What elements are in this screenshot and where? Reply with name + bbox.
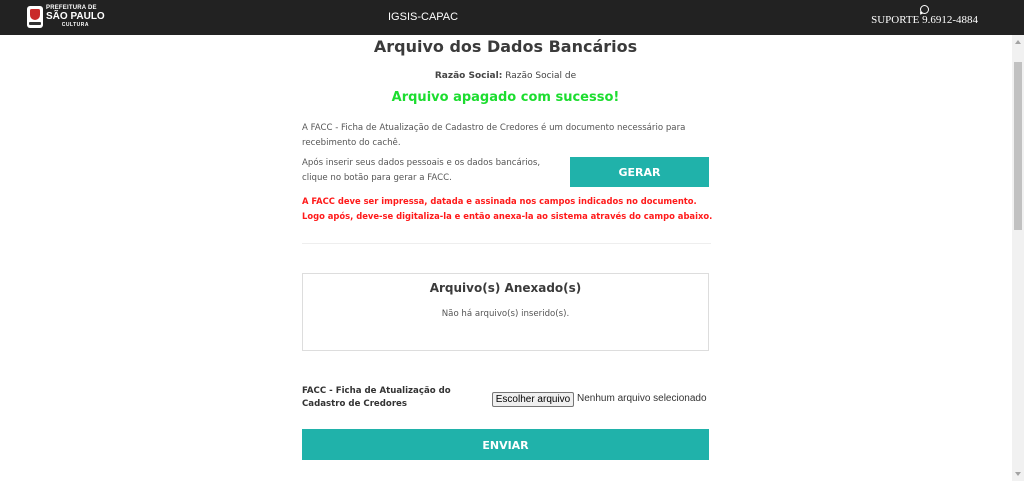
app-title[interactable]: IGSIS-CAPAC [388,11,458,23]
logo-text: PREFEITURA DE SÃO PAULO CULTURA [46,5,105,28]
razao-social-value: Razão Social de [505,71,577,81]
facc-instructions-text: Após inserir seus dados pessoais e os da… [302,158,541,183]
razao-social-label: Razão Social: [434,71,503,81]
support-contact[interactable]: SUPORTE 9.6912-4884 [871,5,978,26]
facc-upload-label: FACC - Ficha de Atualização do Cadastro … [302,386,451,409]
generate-facc-button[interactable]: GERAR [570,157,709,187]
page-scrollbar[interactable] [1012,35,1024,481]
logo-line-2: SÃO PAULO [46,11,105,22]
facc-intro-text: A FACC - Ficha de Atualização de Cadastr… [302,123,686,148]
razao-social: Razão Social: Razão Social de [302,71,709,81]
top-navbar: PREFEITURA DE SÃO PAULO CULTURA IGSIS-CA… [0,0,1024,35]
divider [302,243,711,244]
support-text: SUPORTE 9.6912-4884 [871,14,978,26]
scroll-thumb[interactable] [1014,62,1022,230]
attachments-empty-message: Não há arquivo(s) inserido(s). [441,309,570,319]
success-message: Arquivo apagado com sucesso! [391,90,620,105]
city-seal-icon [27,6,43,28]
facc-warning-text: A FACC deve ser impressa, datada e assin… [302,196,713,221]
file-status-text: Nenhum arquivo selecionado [577,393,707,404]
page-title: Arquivo dos Dados Bancários [373,37,638,56]
attachments-title: Arquivo(s) Anexado(s) [429,281,582,295]
scroll-down-arrow-icon[interactable] [1015,472,1021,476]
submit-button[interactable]: ENVIAR [302,429,709,460]
choose-file-button[interactable]: Escolher arquivo [492,392,574,407]
scroll-up-arrow-icon[interactable] [1015,40,1021,44]
logo-line-3: CULTURA [61,22,89,28]
attachments-panel: Arquivo(s) Anexado(s) Não há arquivo(s) … [302,273,709,351]
whatsapp-icon [920,5,930,14]
